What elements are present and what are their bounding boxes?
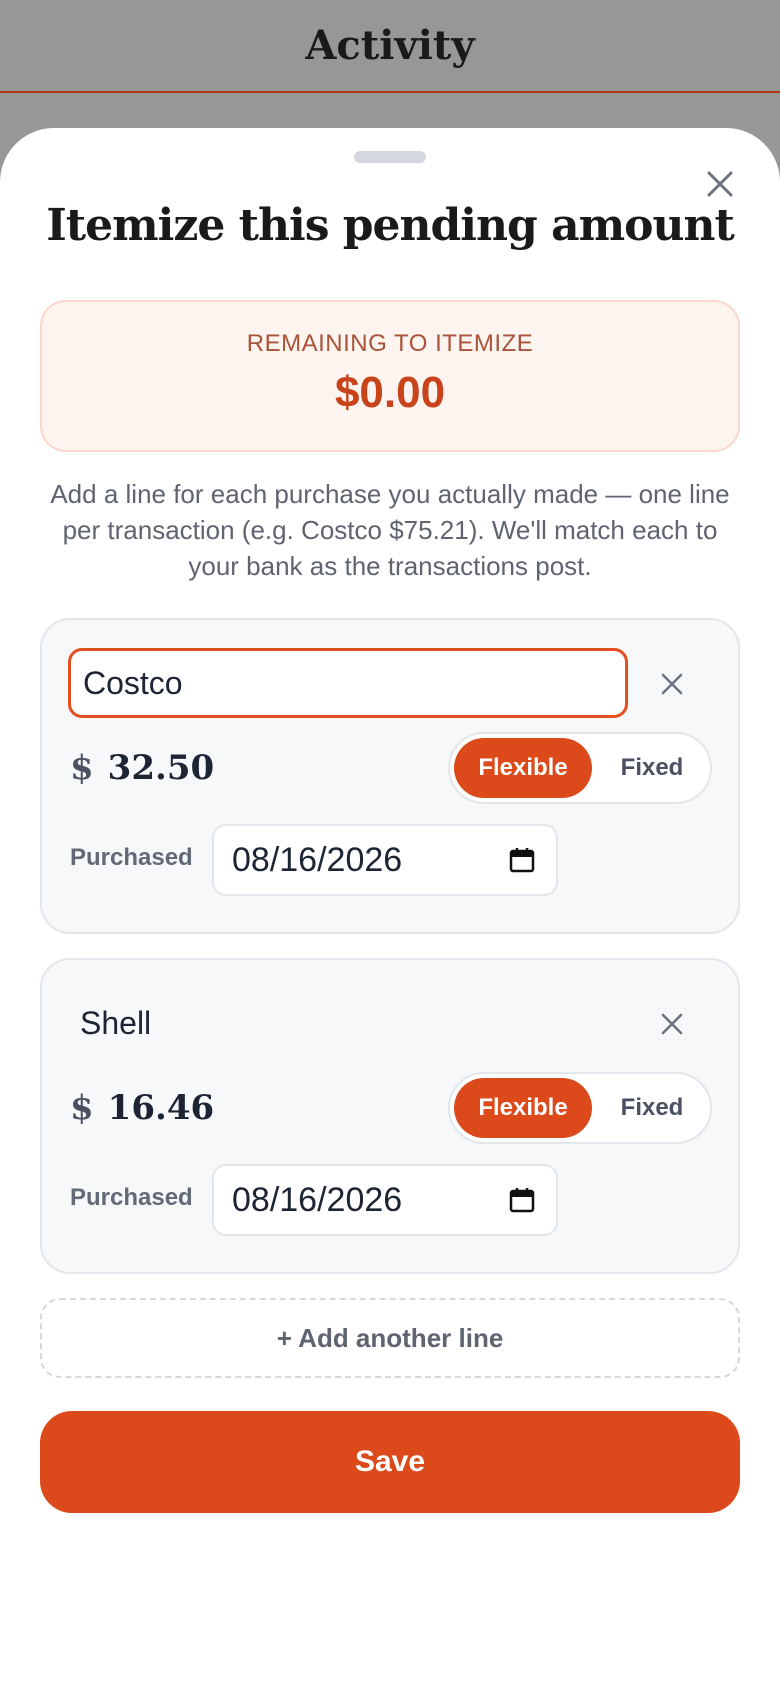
remaining-panel: REMAINING TO ITEMIZE $0.00 [40, 300, 740, 452]
flexible-fixed-toggle: Flexible Fixed [448, 1072, 712, 1144]
purchase-date-input[interactable]: 08/16/2026 [212, 824, 558, 896]
close-icon [661, 1013, 683, 1035]
page-title: Activity [305, 22, 475, 69]
calendar-icon[interactable] [508, 1186, 536, 1214]
currency-symbol: $ [70, 1088, 94, 1128]
close-sheet-button[interactable] [700, 164, 740, 204]
close-icon [707, 171, 733, 197]
remove-line-button[interactable] [652, 1004, 692, 1044]
line-name-input[interactable]: Costco [68, 648, 628, 718]
remaining-value: $0.00 [334, 368, 446, 417]
date-value: 08/16/2026 [232, 1180, 403, 1219]
sheet-title: Itemize this pending amount [46, 200, 735, 251]
line-amount[interactable]: $ 16.46 [70, 1080, 214, 1136]
line-name-input[interactable]: Shell [68, 988, 628, 1058]
flexible-fixed-toggle: Flexible Fixed [448, 732, 712, 804]
line-item-card: Costco $ 32.50 Flexible Fixed Purchased … [40, 618, 740, 934]
fixed-option[interactable]: Fixed [596, 1078, 708, 1138]
remaining-label: REMAINING TO ITEMIZE [246, 330, 534, 357]
save-button[interactable]: Save [40, 1411, 740, 1513]
help-text: Add a line for each purchase you actuall… [50, 479, 730, 581]
flexible-option[interactable]: Flexible [454, 738, 592, 798]
add-line-button[interactable]: + Add another line [40, 1298, 740, 1378]
app-header: Activity [0, 0, 780, 93]
close-icon [661, 673, 683, 695]
remove-line-button[interactable] [652, 664, 692, 704]
currency-symbol: $ [70, 748, 94, 788]
fixed-option[interactable]: Fixed [596, 738, 708, 798]
purchase-date-input[interactable]: 08/16/2026 [212, 1164, 558, 1236]
line-item-card: Shell $ 16.46 Flexible Fixed Purchased 0… [40, 958, 740, 1274]
date-value: 08/16/2026 [232, 840, 403, 879]
amount-value: 32.50 [107, 748, 215, 788]
sheet-drag-handle[interactable] [354, 151, 426, 163]
line-amount[interactable]: $ 32.50 [70, 740, 214, 796]
flexible-option[interactable]: Flexible [454, 1078, 592, 1138]
purchased-label: Purchased [70, 844, 193, 871]
itemize-sheet: Itemize this pending amount REMAINING TO… [0, 128, 780, 1688]
amount-value: 16.46 [107, 1088, 215, 1128]
calendar-icon[interactable] [508, 846, 536, 874]
purchased-label: Purchased [70, 1184, 193, 1211]
